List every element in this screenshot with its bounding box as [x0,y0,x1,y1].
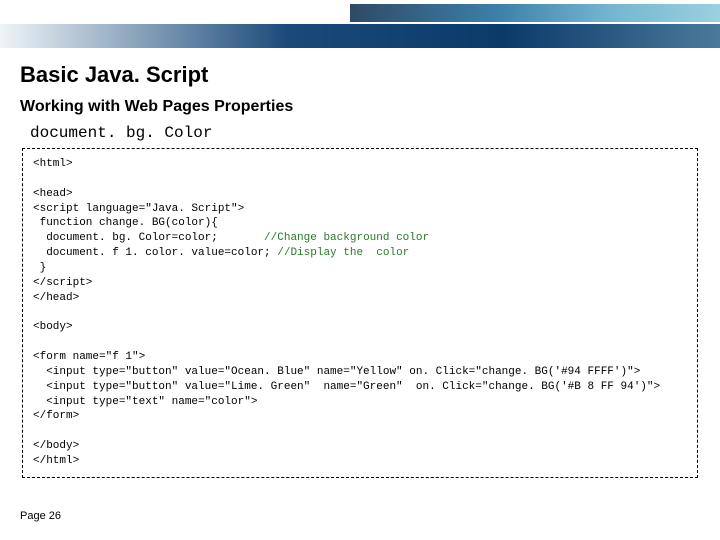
code-line: <head> [33,188,73,200]
code-line: </script> [33,277,92,289]
code-line: document. bg. Color=color; [33,232,264,244]
code-line: document. f 1. color. value=color; [33,247,277,259]
code-line: </body> [33,440,79,452]
slide-title: Basic Java. Script [20,62,700,88]
code-line: } [33,262,46,274]
page-number: Page 26 [20,510,61,522]
code-line: </head> [33,292,79,304]
banner-stripe-bottom [0,24,720,48]
code-block: <html> <head> <script language="Java. Sc… [22,148,698,478]
code-comment: //Change background color [264,232,429,244]
code-line: <script language="Java. Script"> [33,203,244,215]
code-line: <input type="button" value="Ocean. Blue"… [33,366,640,378]
code-line: </form> [33,410,79,422]
property-name: document. bg. Color [30,124,700,142]
code-line: function change. BG(color){ [33,217,218,229]
slide-content: Basic Java. Script Working with Web Page… [0,56,720,478]
slide-banner [0,0,720,56]
code-line: <body> [33,321,73,333]
code-comment: //Display the color [277,247,409,259]
code-line: <input type="button" value="Lime. Green"… [33,381,660,393]
code-line: </html> [33,455,79,467]
slide-subtitle: Working with Web Pages Properties [20,98,700,116]
banner-stripe-top [350,4,720,22]
code-line: <form name="f 1"> [33,351,145,363]
code-line: <html> [33,158,73,170]
code-line: <input type="text" name="color"> [33,396,257,408]
